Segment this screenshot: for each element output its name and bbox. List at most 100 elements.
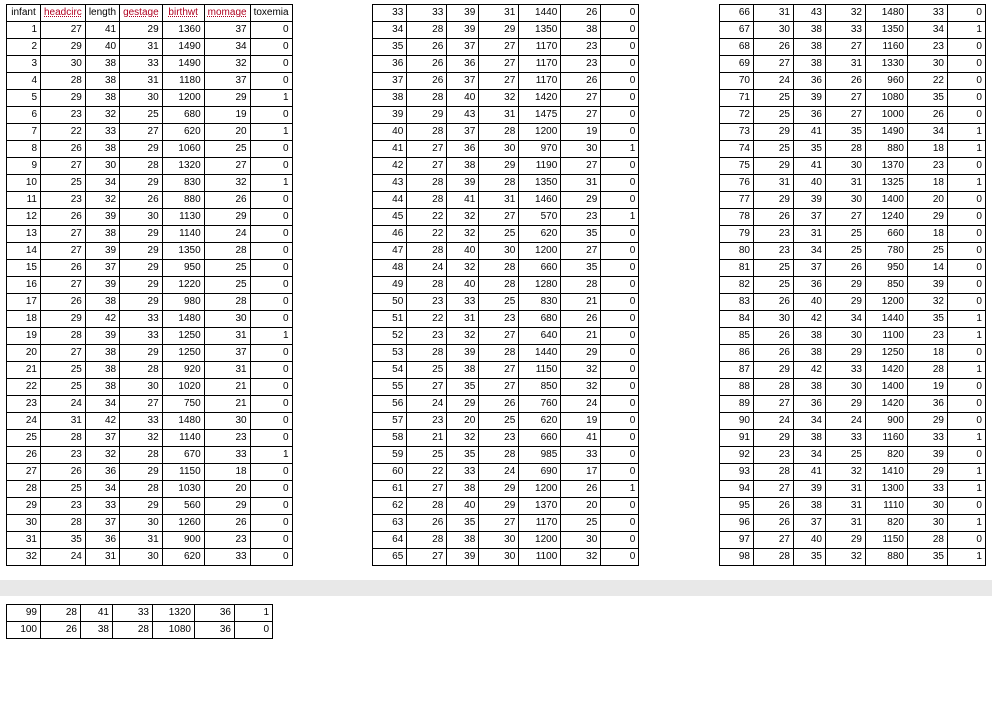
table-row: 862638291250180: [719, 345, 985, 362]
table-row: 472840301200270: [373, 243, 639, 260]
cell-toxemia: 1: [947, 430, 985, 447]
cell-length: 36: [85, 532, 119, 549]
table-row: 872942331420281: [719, 362, 985, 379]
cell-length: 37: [447, 124, 479, 141]
column: 6631433214803306730383313503416826382711…: [719, 4, 986, 566]
cell-gestage: 33: [825, 362, 865, 379]
cell-birthwt: 1250: [162, 345, 204, 362]
cell-momage: 25: [204, 141, 250, 158]
cell-toxemia: 0: [601, 5, 639, 22]
cell-momage: 23: [561, 209, 601, 226]
col-header-momage[interactable]: momage: [204, 5, 250, 22]
cell-gestage: 32: [120, 430, 163, 447]
cell-headcirc: 25: [407, 362, 447, 379]
cell-birthwt: 1420: [519, 90, 561, 107]
cell-length: 38: [447, 362, 479, 379]
cell-length: 31: [447, 311, 479, 328]
table-row: 782637271240290: [719, 209, 985, 226]
cell-toxemia: 1: [250, 328, 292, 345]
cell-momage: 28: [907, 362, 947, 379]
cell-length: 42: [793, 311, 825, 328]
cell-headcirc: 22: [41, 124, 86, 141]
cell-gestage: 29: [120, 294, 163, 311]
cell-toxemia: 0: [947, 107, 985, 124]
cell-headcirc: 26: [753, 328, 793, 345]
cell-birthwt: 820: [865, 447, 907, 464]
cell-birthwt: 1460: [519, 192, 561, 209]
cell-gestage: 32: [825, 5, 865, 22]
table-row: 302837301260260: [7, 515, 293, 532]
cell-birthwt: 830: [162, 175, 204, 192]
cell-infant: 57: [373, 413, 407, 430]
cell-momage: 20: [204, 481, 250, 498]
cell-infant: 5: [7, 90, 41, 107]
cell-headcirc: 28: [41, 328, 86, 345]
col-header-infant: infant: [7, 5, 41, 22]
cell-momage: 29: [907, 209, 947, 226]
cell-infant: 25: [7, 430, 41, 447]
cell-headcirc: 26: [41, 464, 86, 481]
cell-toxemia: 0: [601, 413, 639, 430]
cell-birthwt: 1030: [162, 481, 204, 498]
cell-momage: 23: [561, 39, 601, 56]
cell-birthwt: 1360: [162, 22, 204, 39]
cell-momage: 23: [907, 158, 947, 175]
cell-momage: 28: [561, 277, 601, 294]
cell-infant: 84: [719, 311, 753, 328]
cell-momage: 36: [195, 622, 235, 639]
cell-gestage: 29: [479, 22, 519, 39]
cell-momage: 30: [561, 141, 601, 158]
cell-gestage: 27: [120, 124, 163, 141]
cell-infant: 61: [373, 481, 407, 498]
cell-infant: 73: [719, 124, 753, 141]
cell-toxemia: 0: [250, 481, 292, 498]
col-header-headcirc[interactable]: headcirc: [41, 5, 86, 22]
cell-gestage: 29: [825, 277, 865, 294]
cell-length: 20: [447, 413, 479, 430]
cell-momage: 20: [204, 124, 250, 141]
cell-length: 39: [447, 345, 479, 362]
cell-birthwt: 620: [519, 413, 561, 430]
cell-gestage: 32: [825, 549, 865, 566]
cell-headcirc: 25: [753, 141, 793, 158]
cell-momage: 35: [907, 90, 947, 107]
cell-toxemia: 0: [250, 39, 292, 56]
cell-headcirc: 27: [407, 549, 447, 566]
cell-momage: 26: [204, 192, 250, 209]
cell-toxemia: 0: [601, 464, 639, 481]
cell-gestage: 25: [479, 294, 519, 311]
table-row: 992841331320361: [7, 605, 273, 622]
cell-birthwt: 660: [519, 260, 561, 277]
column-wrap: 9928413313203611002638281080360: [6, 604, 986, 639]
cell-toxemia: 0: [601, 158, 639, 175]
cell-toxemia: 0: [250, 345, 292, 362]
cell-birthwt: 1490: [162, 39, 204, 56]
cell-gestage: 28: [825, 141, 865, 158]
cell-infant: 44: [373, 192, 407, 209]
table-row: 82638291060250: [7, 141, 293, 158]
cell-headcirc: 26: [753, 498, 793, 515]
cell-momage: 30: [204, 413, 250, 430]
cell-headcirc: 28: [407, 175, 447, 192]
col-header-birthwt[interactable]: birthwt: [162, 5, 204, 22]
cell-toxemia: 0: [250, 311, 292, 328]
cell-birthwt: 830: [519, 294, 561, 311]
cell-birthwt: 1200: [865, 294, 907, 311]
cell-infant: 55: [373, 379, 407, 396]
cell-gestage: 28: [479, 277, 519, 294]
cell-toxemia: 1: [947, 22, 985, 39]
cell-toxemia: 0: [601, 447, 639, 464]
cell-headcirc: 22: [407, 311, 447, 328]
cell-toxemia: 0: [250, 226, 292, 243]
cell-gestage: 30: [479, 243, 519, 260]
cell-length: 39: [85, 243, 119, 260]
cell-length: 37: [793, 260, 825, 277]
cell-toxemia: 0: [601, 192, 639, 209]
cell-infant: 7: [7, 124, 41, 141]
cell-infant: 45: [373, 209, 407, 226]
cell-birthwt: 985: [519, 447, 561, 464]
cell-gestage: 30: [825, 192, 865, 209]
col-header-gestage[interactable]: gestage: [120, 5, 163, 22]
cell-toxemia: 0: [235, 622, 273, 639]
table-row: 402837281200190: [373, 124, 639, 141]
